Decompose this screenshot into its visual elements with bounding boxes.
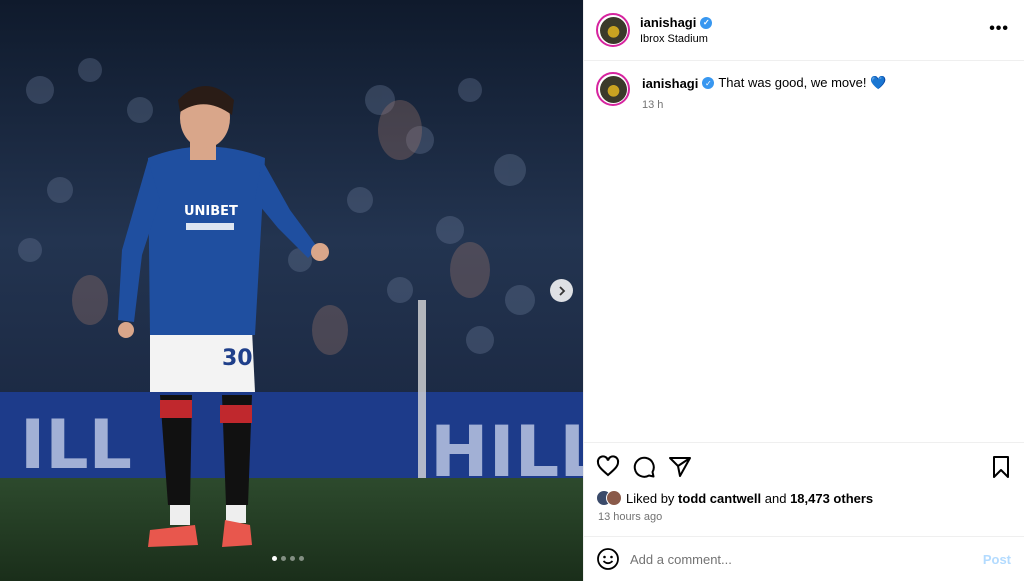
post-caption: ianishagi ✓ That was good, we move! 💙 13…: [596, 72, 1016, 111]
chevron-right-icon: [558, 285, 565, 296]
author-avatar[interactable]: [596, 13, 630, 47]
likes-user[interactable]: todd cantwell: [678, 491, 761, 506]
post-comment-button[interactable]: Post: [983, 552, 1011, 567]
post-photo: ILL HILL 30 UNIBET: [0, 0, 583, 581]
post-header: ianishagi ✓ Ibrox Stadium •••: [584, 0, 1024, 61]
post-actions: [584, 442, 1024, 490]
likes-summary: Liked by todd cantwell and 18,473 others: [596, 490, 873, 506]
carousel-dot[interactable]: [299, 556, 304, 561]
share-icon[interactable]: [668, 455, 692, 479]
emoji-icon[interactable]: [596, 547, 620, 571]
verified-badge-icon: ✓: [702, 77, 715, 89]
jersey-sponsor: UNIBET: [184, 204, 238, 219]
post-modal: ILL HILL 30 UNIBET ianishagi ✓ Ibrox Sta…: [0, 0, 1024, 581]
board-text-left: ILL: [20, 406, 132, 485]
liker-avatar[interactable]: [606, 490, 622, 506]
comment-input[interactable]: [630, 551, 960, 567]
comment-icon[interactable]: [632, 455, 656, 479]
post-side-panel: ianishagi ✓ Ibrox Stadium ••• ianishagi …: [583, 0, 1024, 581]
likes-others[interactable]: 18,473 others: [790, 491, 873, 506]
carousel-next-button[interactable]: [550, 279, 573, 302]
more-options-icon[interactable]: •••: [989, 20, 1009, 38]
caption-avatar[interactable]: [596, 72, 630, 106]
carousel-dot[interactable]: [281, 556, 286, 561]
heart-icon[interactable]: [596, 455, 620, 479]
caption-text: That was good, we move! 💙: [718, 75, 887, 90]
caption-username[interactable]: ianishagi: [642, 76, 698, 91]
likes-joiner: and: [764, 490, 787, 506]
post-timestamp[interactable]: 13 hours ago: [598, 511, 662, 523]
bookmark-icon[interactable]: [989, 455, 1013, 479]
carousel-dot[interactable]: [272, 556, 277, 561]
carousel-dot[interactable]: [290, 556, 295, 561]
author-username[interactable]: ianishagi: [640, 15, 696, 30]
post-media: ILL HILL 30 UNIBET: [0, 0, 583, 581]
post-location[interactable]: Ibrox Stadium: [640, 33, 712, 45]
comment-bar: Post: [584, 536, 1024, 581]
caption-time: 13 h: [642, 99, 664, 111]
verified-badge-icon: ✓: [700, 16, 713, 29]
shirt-number: 30: [222, 346, 253, 371]
carousel-indicator: [272, 556, 304, 561]
likes-prefix: Liked by: [626, 490, 675, 506]
